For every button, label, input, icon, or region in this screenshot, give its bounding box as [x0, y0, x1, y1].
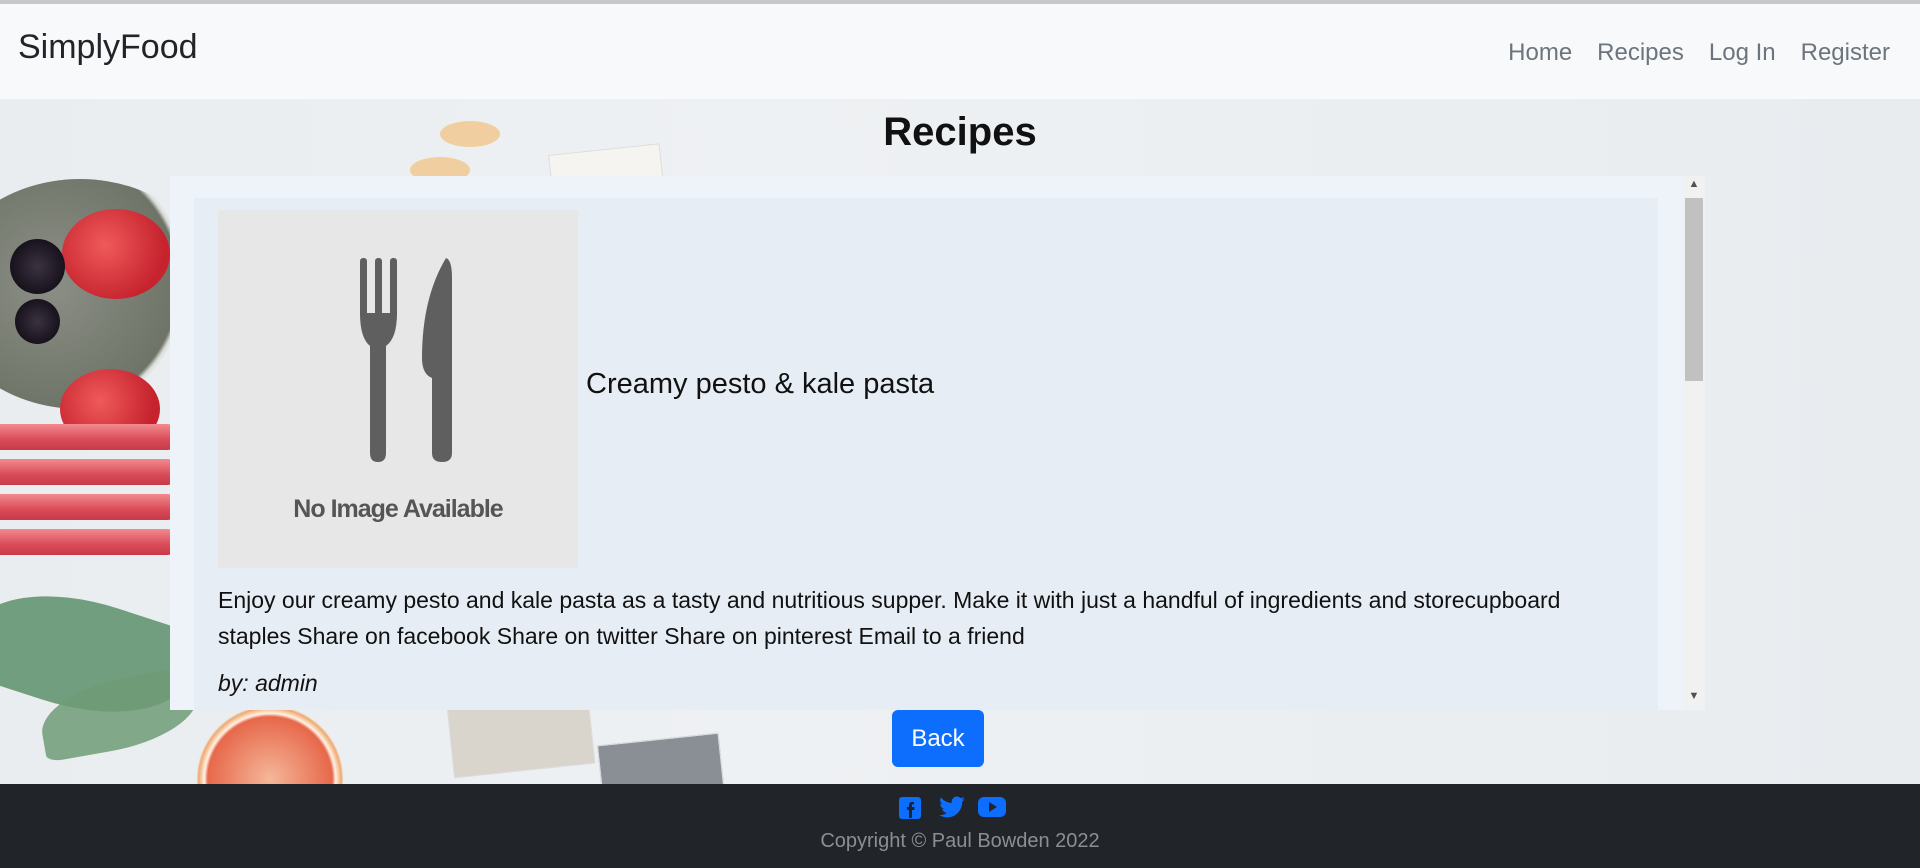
recipe-image-placeholder: No Image Available [218, 210, 578, 568]
page-title: Recipes [883, 110, 1037, 154]
photo-decoration [597, 732, 725, 784]
back-button[interactable]: Back [892, 710, 984, 767]
nav-link-recipes[interactable]: Recipes [1597, 39, 1684, 67]
youtube-icon[interactable] [978, 796, 1006, 822]
orange-decoration [190, 699, 350, 784]
recipes-scroll-panel[interactable]: No Image Available Creamy pesto & kale p… [170, 176, 1705, 710]
navbar: SimplyFood Home Recipes Log In Register [0, 4, 1920, 99]
copyright-text: Copyright © Paul Bowden 2022 [820, 830, 1100, 852]
nav-links: Home Recipes Log In Register [1483, 39, 1890, 67]
rhubarb-decoration [0, 424, 180, 450]
no-image-text: No Image Available [293, 495, 503, 523]
scroll-down-arrow-icon[interactable]: ▼ [1683, 690, 1705, 708]
panel-scrollbar[interactable]: ▲ ▼ [1683, 176, 1705, 710]
rhubarb-decoration [0, 494, 180, 520]
brand-logo[interactable]: SimplyFood [18, 28, 198, 67]
strawberry-decoration [62, 209, 170, 299]
recipe-title[interactable]: Creamy pesto & kale pasta [586, 368, 934, 401]
recipe-description: Enjoy our creamy pesto and kale pasta as… [218, 587, 1561, 649]
nav-link-login[interactable]: Log In [1709, 39, 1776, 67]
nav-link-home[interactable]: Home [1508, 39, 1572, 67]
rhubarb-decoration [0, 459, 180, 485]
blackberry-decoration [10, 239, 65, 294]
blackberry-decoration [15, 299, 60, 344]
nav-link-register[interactable]: Register [1801, 39, 1890, 67]
recipe-card[interactable]: No Image Available Creamy pesto & kale p… [194, 198, 1658, 710]
twitter-icon[interactable] [938, 796, 966, 822]
recipe-author: by: admin [218, 670, 318, 696]
fork-knife-icon [360, 258, 452, 462]
scroll-thumb[interactable] [1685, 198, 1703, 381]
footer: Copyright © Paul Bowden 2022 [0, 784, 1920, 868]
rhubarb-decoration [0, 529, 180, 555]
social-links [898, 796, 1006, 822]
scroll-up-arrow-icon[interactable]: ▲ [1683, 178, 1705, 196]
facebook-icon[interactable] [898, 796, 926, 822]
